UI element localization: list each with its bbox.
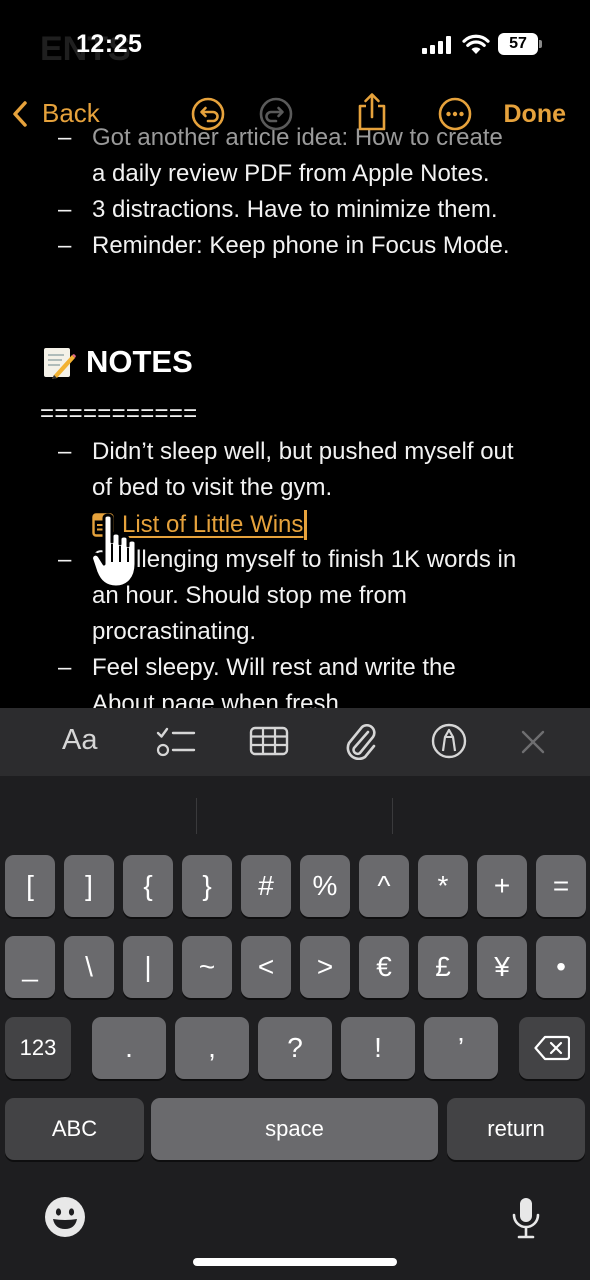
key[interactable]: | bbox=[123, 936, 173, 998]
list-item-line: Challenging myself to finish 1K words in bbox=[92, 546, 517, 573]
key[interactable]: _ bbox=[5, 936, 55, 998]
battery-level: 57 bbox=[498, 33, 538, 55]
emoji-icon[interactable] bbox=[44, 1196, 86, 1238]
divider-text: =========== bbox=[40, 400, 198, 427]
keyboard: [ ] { } # % ^ * + = _ \ | ~ < > € £ ¥ • … bbox=[0, 776, 590, 1280]
return-key[interactable]: return bbox=[447, 1098, 585, 1160]
abc-key[interactable]: ABC bbox=[5, 1098, 144, 1160]
list-item-line: Feel sleepy. Will rest and write the bbox=[92, 654, 456, 681]
hand-cursor-icon bbox=[90, 513, 138, 589]
back-label[interactable]: Back bbox=[42, 98, 100, 129]
key[interactable]: ’ bbox=[424, 1017, 498, 1079]
text-cursor bbox=[304, 510, 308, 540]
status-time: 12:25 bbox=[76, 30, 143, 58]
key[interactable]: ^ bbox=[359, 855, 409, 917]
list-dash: – bbox=[58, 546, 72, 573]
key[interactable]: ? bbox=[258, 1017, 332, 1079]
list-item-line: Reminder: Keep phone in Focus Mode. bbox=[92, 232, 510, 259]
key[interactable]: # bbox=[241, 855, 291, 917]
format-bar: Aa bbox=[0, 708, 590, 776]
key[interactable]: % bbox=[300, 855, 350, 917]
key[interactable]: < bbox=[241, 936, 291, 998]
battery-icon: 57 bbox=[498, 33, 542, 55]
back-button[interactable]: Back bbox=[12, 98, 100, 129]
key[interactable]: \ bbox=[64, 936, 114, 998]
close-icon[interactable] bbox=[520, 729, 546, 755]
prediction-separator bbox=[196, 798, 197, 834]
numbers-key[interactable]: 123 bbox=[5, 1017, 71, 1079]
chevron-left-icon bbox=[13, 100, 27, 127]
key[interactable]: ~ bbox=[182, 936, 232, 998]
key[interactable]: * bbox=[418, 855, 468, 917]
more-icon[interactable] bbox=[438, 97, 472, 131]
list-dash: – bbox=[58, 196, 72, 223]
status-bar: ENTS 12:25 57 bbox=[0, 0, 590, 88]
list-item-line: About page when fresh. bbox=[92, 690, 346, 710]
memo-emoji-icon bbox=[44, 348, 76, 379]
key[interactable]: • bbox=[536, 936, 586, 998]
key[interactable]: + bbox=[477, 855, 527, 917]
text-style-button[interactable]: Aa bbox=[62, 724, 97, 757]
list-item-line: Didn’t sleep well, but pushed myself out bbox=[92, 438, 514, 465]
key[interactable]: . bbox=[92, 1017, 166, 1079]
notes-heading-text: NOTES bbox=[86, 344, 193, 379]
notes-heading: NOTES bbox=[42, 344, 193, 380]
wifi-icon bbox=[462, 34, 490, 54]
undo-icon[interactable] bbox=[191, 97, 225, 131]
table-icon[interactable] bbox=[249, 725, 289, 757]
key[interactable]: ¥ bbox=[477, 936, 527, 998]
note-link-label[interactable]: List of Little Wins bbox=[122, 511, 303, 539]
note-toolbar: Back Done bbox=[0, 88, 590, 142]
key[interactable]: ! bbox=[341, 1017, 415, 1079]
checklist-icon[interactable] bbox=[156, 725, 196, 759]
microphone-icon[interactable] bbox=[511, 1196, 541, 1240]
share-icon[interactable] bbox=[355, 92, 389, 132]
note-body[interactable]: – Got another article idea: How to creat… bbox=[0, 120, 590, 710]
prediction-separator bbox=[392, 798, 393, 834]
delete-key[interactable] bbox=[519, 1017, 585, 1079]
list-item-line: procrastinating. bbox=[92, 618, 257, 645]
key[interactable]: ] bbox=[64, 855, 114, 917]
key[interactable]: € bbox=[359, 936, 409, 998]
key[interactable]: { bbox=[123, 855, 173, 917]
home-indicator bbox=[193, 1258, 397, 1266]
redo-icon[interactable] bbox=[259, 97, 293, 131]
markup-icon[interactable] bbox=[431, 723, 467, 759]
done-button[interactable]: Done bbox=[504, 100, 567, 129]
space-key[interactable]: space bbox=[151, 1098, 438, 1160]
key[interactable]: = bbox=[536, 855, 586, 917]
list-item-line: a daily review PDF from Apple Notes. bbox=[92, 160, 490, 187]
key[interactable]: } bbox=[182, 855, 232, 917]
attachment-icon[interactable] bbox=[344, 722, 378, 760]
list-dash: – bbox=[58, 438, 72, 465]
key[interactable]: [ bbox=[5, 855, 55, 917]
key[interactable]: £ bbox=[418, 936, 468, 998]
key[interactable]: , bbox=[175, 1017, 249, 1079]
list-item-line: 3 distractions. Have to minimize them. bbox=[92, 196, 498, 223]
backspace-icon bbox=[534, 1035, 570, 1061]
cellular-signal-icon bbox=[422, 36, 454, 54]
key[interactable]: > bbox=[300, 936, 350, 998]
list-item-line: of bed to visit the gym. bbox=[92, 474, 333, 501]
list-dash: – bbox=[58, 232, 72, 259]
list-dash: – bbox=[58, 654, 72, 681]
